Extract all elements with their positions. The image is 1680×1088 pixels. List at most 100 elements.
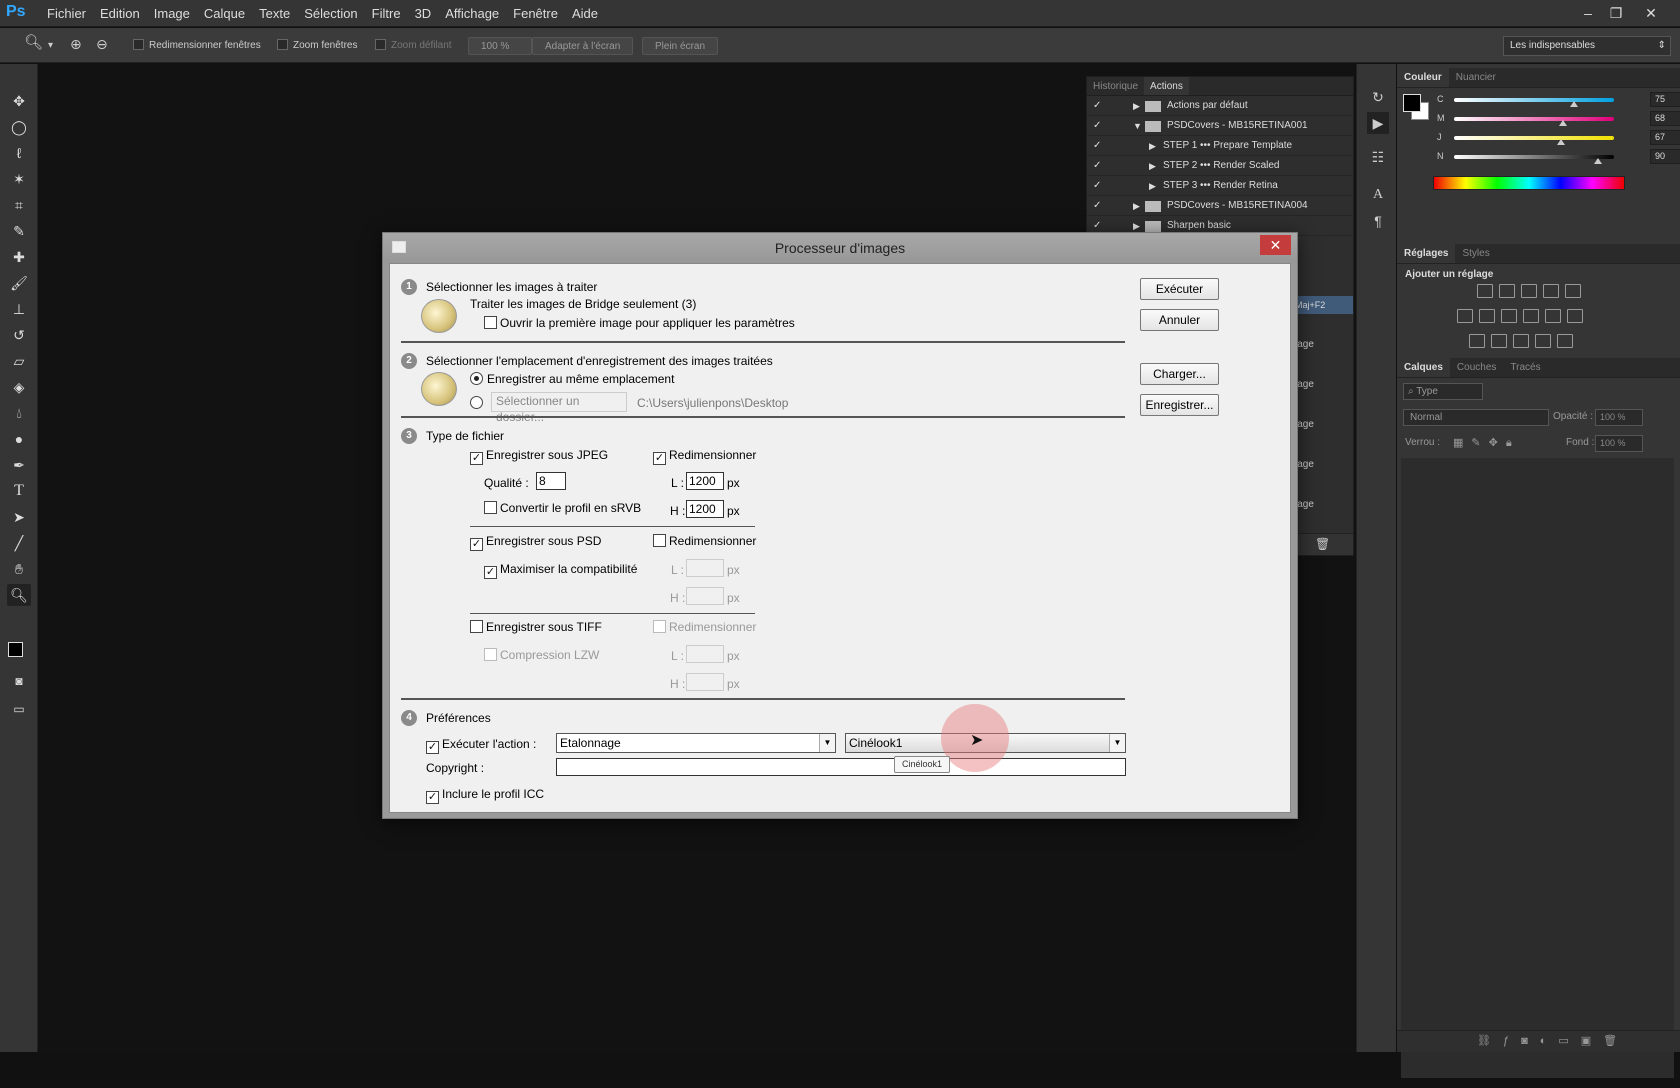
adjustment-icon[interactable]	[1513, 334, 1529, 348]
select-folder-button[interactable]: Sélectionner un dossier...	[491, 392, 627, 424]
menu-fenetre[interactable]: Fenêtre	[506, 0, 565, 27]
action-set-select[interactable]: Etalonnage ▼	[556, 733, 836, 753]
screen-mode-icon[interactable]: ▭	[7, 698, 31, 720]
menu-texte[interactable]: Texte	[252, 0, 297, 27]
slider-thumb[interactable]	[1557, 139, 1566, 145]
check-icon[interactable]: ✓	[1093, 196, 1101, 216]
check-icon[interactable]: ✓	[1093, 116, 1101, 136]
menu-image[interactable]: Image	[147, 0, 197, 27]
eyedropper-tool-icon[interactable]: ✎	[7, 220, 31, 242]
chevron-down-icon[interactable]: ▼	[1133, 116, 1142, 136]
adjustment-icon[interactable]	[1535, 334, 1551, 348]
menu-edition[interactable]: Edition	[93, 0, 147, 27]
restore-button[interactable]: ❐	[1601, 3, 1631, 23]
jpeg-height-input[interactable]: 1200	[686, 500, 724, 518]
psd-height-input[interactable]	[686, 587, 724, 605]
pen-tool-icon[interactable]: ✒	[7, 454, 31, 476]
color-slider-m[interactable]: M68%	[1437, 111, 1680, 129]
minimize-button[interactable]: –	[1573, 3, 1603, 23]
slider-value[interactable]: 68	[1650, 111, 1680, 126]
color-spectrum-bar[interactable]	[1433, 176, 1625, 190]
save-button[interactable]: Enregistrer...	[1140, 394, 1219, 416]
convert-srgb-checkbox[interactable]: Convertir le profil en sRVB	[484, 500, 641, 516]
tab-actions[interactable]: Actions	[1144, 77, 1189, 95]
open-first-image-checkbox[interactable]: Ouvrir la première image pour appliquer …	[484, 315, 795, 331]
save-jpeg-checkbox[interactable]: ✓ Enregistrer sous JPEG	[470, 447, 608, 465]
check-icon[interactable]: ✓	[1093, 156, 1101, 176]
adjustment-icon[interactable]	[1543, 284, 1559, 298]
chevron-right-icon[interactable]: ▶	[1149, 136, 1156, 156]
marquee-tool-icon[interactable]: ◯	[7, 116, 31, 138]
zoom-percent-field[interactable]: 100 %	[468, 37, 532, 55]
adjustment-icon[interactable]	[1565, 284, 1581, 298]
save-psd-checkbox[interactable]: ✓ Enregistrer sous PSD	[470, 533, 601, 551]
zoom-out-icon[interactable]: ⊖	[96, 35, 108, 53]
adjustment-icon[interactable]	[1491, 334, 1507, 348]
chevron-right-icon[interactable]: ▶	[1149, 176, 1156, 196]
slider-value[interactable]: 67	[1650, 130, 1680, 145]
slider-track[interactable]	[1454, 117, 1614, 121]
action-row[interactable]: ✓ ▶ STEP 3 ••• Render Retina	[1087, 176, 1353, 196]
adjustment-icon[interactable]	[1567, 309, 1583, 323]
zoom-tool-active-icon[interactable]: 🔍︎	[7, 584, 31, 606]
check-icon[interactable]: ✓	[1093, 96, 1101, 116]
paint-bucket-icon[interactable]: ◈	[7, 376, 31, 398]
menu-fichier[interactable]: Fichier	[40, 0, 93, 27]
run-action-checkbox[interactable]: ✓ Exécuter l'action :	[426, 736, 536, 754]
color-slider-j[interactable]: J67%	[1437, 130, 1680, 148]
chevron-right-icon[interactable]: ▶	[1133, 196, 1140, 216]
fit-screen-button[interactable]: Adapter à l'écran	[532, 37, 634, 55]
slider-track[interactable]	[1454, 155, 1614, 159]
action-row[interactable]: ✓ ▶ STEP 2 ••• Render Scaled	[1087, 156, 1353, 176]
adjustment-icon[interactable]	[1469, 334, 1485, 348]
adjustment-icon[interactable]	[1557, 334, 1573, 348]
tiff-width-input[interactable]	[686, 645, 724, 663]
load-button[interactable]: Charger...	[1140, 363, 1219, 385]
tab-nuancier[interactable]: Nuancier	[1449, 68, 1503, 87]
action-row[interactable]: ✓ ▼ PSDCovers - MB15RETINA001	[1087, 116, 1353, 136]
color-slider-c[interactable]: C75%	[1437, 92, 1680, 110]
path-selection-icon[interactable]: ➤	[7, 506, 31, 528]
dialog-close-button[interactable]: ✕	[1260, 235, 1291, 255]
action-row[interactable]: ✓ ▶ PSDCovers - MB15RETINA004	[1087, 196, 1353, 216]
run-button[interactable]: Exécuter	[1140, 278, 1219, 300]
adjustment-icon[interactable]	[1521, 284, 1537, 298]
blend-mode-select[interactable]: Normal	[1403, 409, 1549, 426]
history-brush-icon[interactable]: ↺	[7, 324, 31, 346]
opacity-field[interactable]: 100 %	[1595, 409, 1643, 426]
actions-play-icon[interactable]: ▶	[1367, 112, 1389, 134]
move-tool-icon[interactable]: ✥	[7, 90, 31, 112]
workspace-select[interactable]: Les indispensables ⇕	[1503, 36, 1671, 56]
chevron-right-icon[interactable]: ▶	[1149, 156, 1156, 176]
select-folder-radio[interactable]	[470, 395, 487, 411]
blur-tool-icon[interactable]: 💧︎	[7, 402, 31, 424]
trash-icon[interactable]: 🗑︎	[1315, 537, 1330, 551]
adjustment-icon[interactable]	[1457, 309, 1473, 323]
slider-thumb[interactable]	[1594, 158, 1602, 164]
quick-mask-icon[interactable]: ◙	[7, 670, 31, 692]
type-tool-icon[interactable]: T	[7, 480, 31, 502]
action-row[interactable]: ✓ ▶ STEP 1 ••• Prepare Template	[1087, 136, 1353, 156]
adjustment-icon[interactable]	[1523, 309, 1539, 323]
tab-reglages[interactable]: Réglages	[1397, 244, 1456, 263]
line-tool-icon[interactable]: ╱	[7, 532, 31, 554]
hand-tool-icon[interactable]: ✋︎	[7, 558, 31, 580]
menu-affichage[interactable]: Affichage	[438, 0, 506, 27]
close-window-button[interactable]: ✕	[1636, 3, 1666, 23]
color-slider-n[interactable]: N90%	[1437, 149, 1680, 167]
properties-icon[interactable]: ☷	[1367, 146, 1389, 168]
eraser-tool-icon[interactable]: ▱	[7, 350, 31, 372]
magic-wand-tool-icon[interactable]: ✶	[7, 168, 31, 190]
check-icon[interactable]: ✓	[1093, 176, 1101, 196]
tool-preset-dropdown-icon[interactable]: ▾	[48, 37, 53, 55]
tab-historique[interactable]: Historique	[1087, 77, 1144, 95]
paragraph-icon[interactable]: ¶	[1367, 210, 1389, 232]
same-location-radio[interactable]: Enregistrer au même emplacement	[470, 371, 674, 387]
chevron-right-icon[interactable]: ▶	[1133, 96, 1140, 116]
slider-track[interactable]	[1454, 136, 1614, 140]
zoom-windows-checkbox[interactable]: Zoom fenêtres	[277, 37, 357, 55]
tab-traces[interactable]: Tracés	[1503, 358, 1547, 377]
menu-selection[interactable]: Sélection	[297, 0, 364, 27]
fill-field[interactable]: 100 %	[1595, 435, 1643, 452]
tab-couleur[interactable]: Couleur	[1397, 68, 1449, 87]
